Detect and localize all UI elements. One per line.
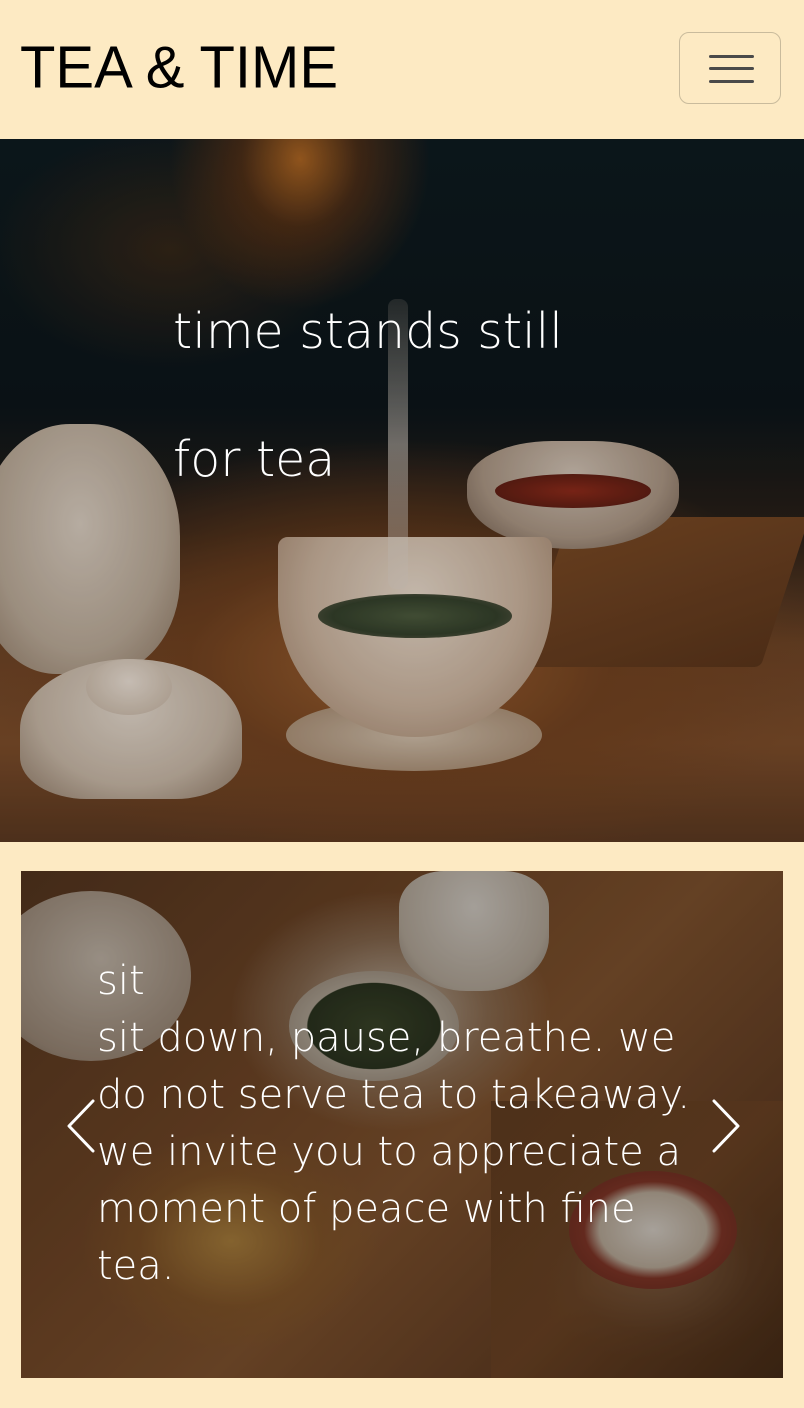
hamburger-menu-icon-bar — [709, 67, 754, 70]
hero-section: time stands still for tea — [0, 139, 804, 842]
chevron-left-icon — [67, 1099, 95, 1153]
carousel-caption-title: sit — [97, 958, 145, 1004]
brand-logo[interactable]: TEA & TIME — [20, 35, 338, 100]
hamburger-menu-icon-bar — [709, 80, 754, 83]
carousel-prev-button[interactable] — [61, 1091, 101, 1161]
carousel: sit sit down, pause, breathe. we do not … — [21, 871, 783, 1378]
carousel-next-button[interactable] — [706, 1091, 746, 1161]
hamburger-menu-icon — [709, 55, 754, 58]
carousel-caption-text: sit down, pause, breathe. we do not serv… — [97, 1015, 691, 1289]
hero-overlay — [0, 139, 804, 842]
menu-toggle-button[interactable] — [679, 32, 781, 104]
hero-heading-line-2: for tea — [173, 431, 336, 488]
hero-heading-line-1: time stands still — [173, 303, 563, 360]
navbar: TEA & TIME — [0, 0, 804, 139]
chevron-right-icon — [712, 1099, 740, 1153]
carousel-caption: sit sit down, pause, breathe. we do not … — [97, 953, 717, 1295]
